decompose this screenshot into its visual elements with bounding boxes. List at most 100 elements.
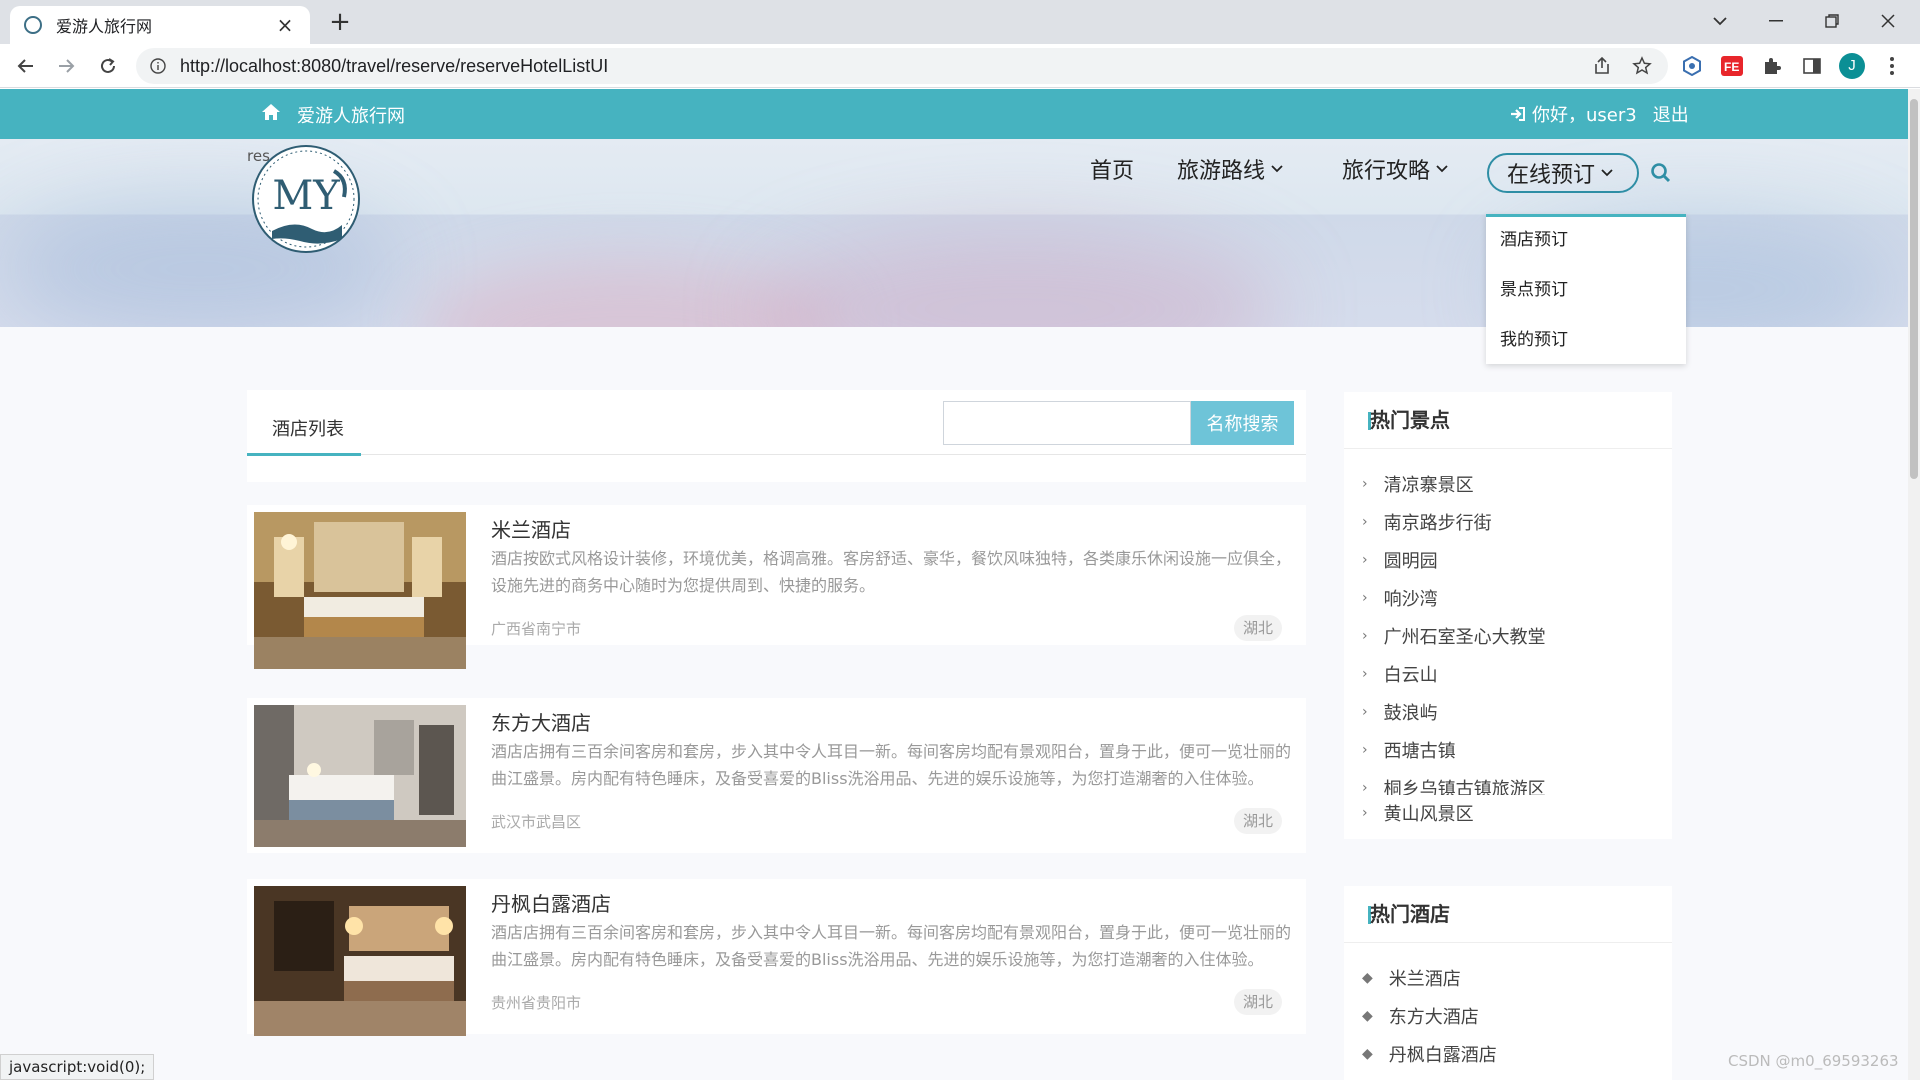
spot-item[interactable]: › 圆明园 [1362, 547, 1438, 573]
hotel-photo[interactable] [254, 512, 466, 669]
spot-item[interactable]: › 白云山 [1362, 661, 1438, 687]
site-favicon-icon [24, 16, 42, 34]
hotel-name[interactable]: 米兰酒店 [491, 514, 571, 543]
hotel-region-badge: 湖北 [1234, 989, 1282, 1015]
chevron-right-icon: › [1362, 704, 1368, 720]
tab-hotel-list[interactable]: 酒店列表 [247, 390, 361, 456]
site-info-icon[interactable] [150, 58, 166, 74]
hot-hotel-item[interactable]: ◆ 米兰酒店 [1362, 965, 1461, 991]
extensions-puzzle-icon[interactable] [1758, 52, 1786, 80]
chevron-down-icon [1601, 169, 1613, 177]
scrollbar-thumb[interactable] [1910, 99, 1918, 479]
nav-online-reserve[interactable]: 在线预订 [1487, 153, 1639, 193]
minimize-button[interactable] [1748, 4, 1804, 38]
spot-item[interactable]: › 鼓浪屿 [1362, 699, 1438, 725]
bookmark-star-icon[interactable] [1628, 52, 1656, 80]
svg-text:FE: FE [1724, 60, 1739, 74]
search-icon[interactable] [1650, 162, 1672, 184]
new-tab-button[interactable]: + [325, 7, 355, 37]
nav-home-label: 首页 [1090, 159, 1135, 184]
extension-fe-icon[interactable]: FE [1718, 52, 1746, 80]
hotel-name[interactable]: 东方大酒店 [491, 707, 591, 736]
hot-hotel-item[interactable]: ◆ 丹枫白露酒店 [1362, 1041, 1497, 1067]
tag-icon: ◆ [1362, 1008, 1373, 1024]
spot-item[interactable]: › 黄山风景区 [1362, 800, 1474, 826]
hot-spots-title: 热门景点 [1370, 408, 1450, 432]
side-panel-icon[interactable] [1798, 52, 1826, 80]
hot-hotels-panel: 热门酒店 ◆ 米兰酒店 ◆ 东方大酒店 ◆ 丹枫白露酒店 [1344, 886, 1672, 1080]
browser-toolbar: http://localhost:8080/travel/reserve/res… [0, 44, 1920, 88]
hotel-card[interactable]: 米兰酒店 酒店按欧式风格设计装修，环境优美，格调高雅。客房舒适、豪华，餐饮风味独… [247, 505, 1306, 669]
hotel-photo[interactable] [254, 886, 466, 1036]
site-logo[interactable]: MY [250, 143, 362, 255]
hotel-description: 酒店按欧式风格设计装修，环境优美，格调高雅。客房舒适、豪华，餐饮风味独特，各类康… [491, 549, 1291, 595]
hotel-photo[interactable] [254, 705, 466, 847]
reserve-dropdown-menu: 酒店预订 景点预订 我的预订 [1486, 214, 1686, 364]
nav-travel-guides[interactable]: 旅行攻略 [1342, 153, 1448, 185]
name-search-button[interactable]: 名称搜索 [1191, 401, 1294, 445]
chevron-right-icon: › [1362, 590, 1368, 606]
browser-tab[interactable]: 爱游人旅行网 × [10, 6, 310, 44]
hotel-description: 酒店店拥有三百余间客房和套房，步入其中令人耳目一新。每间客房均配有景观阳台，置身… [491, 923, 1291, 969]
spot-item[interactable]: › 清凉寨景区 [1362, 471, 1474, 497]
chevron-right-icon: › [1362, 514, 1368, 530]
share-icon[interactable] [1588, 52, 1616, 80]
menu-item-spot-reserve[interactable]: 景点预订 [1486, 267, 1686, 317]
spot-item[interactable]: › 南京路步行街 [1362, 509, 1492, 535]
hotel-name[interactable]: 丹枫白露酒店 [491, 888, 611, 917]
back-button[interactable] [10, 50, 42, 82]
tab-title: 爱游人旅行网 [56, 17, 153, 36]
hotel-location: 广西省南宁市 [491, 620, 582, 638]
site-top-bar: 爱游人旅行网 你好，user3 退出 [0, 89, 1908, 139]
nav-routes-label: 旅游路线 [1177, 159, 1266, 184]
chevron-down-icon [1271, 165, 1283, 173]
hotel-card[interactable]: 东方大酒店 酒店店拥有三百余间客房和套房，步入其中令人耳目一新。每间客房均配有景… [247, 698, 1306, 853]
page-viewport: 爱游人旅行网 你好，user3 退出 res MY 首页 旅游路线 旅行攻略 在… [0, 89, 1908, 1080]
restore-button[interactable] [1804, 4, 1860, 38]
user-greeting: 你好，user3 退出 [1510, 101, 1689, 127]
forward-button[interactable] [50, 50, 82, 82]
menu-item-hotel-reserve[interactable]: 酒店预订 [1486, 217, 1686, 267]
hot-hotels-title: 热门酒店 [1370, 902, 1450, 926]
hotel-description: 酒店店拥有三百余间客房和套房，步入其中令人耳目一新。每间客房均配有景观阳台，置身… [491, 742, 1291, 788]
chevron-right-icon: › [1362, 476, 1368, 492]
spot-item[interactable]: › 西塘古镇 [1362, 737, 1456, 763]
extension-hex-icon[interactable] [1678, 52, 1706, 80]
site-name-link[interactable]: 爱游人旅行网 [297, 102, 405, 128]
hotel-region-badge: 湖北 [1234, 808, 1282, 834]
browser-tab-strip: 爱游人旅行网 × + [0, 0, 1920, 44]
reload-button[interactable] [92, 50, 124, 82]
chevron-right-icon: › [1362, 805, 1368, 821]
browser-menu-icon[interactable] [1878, 52, 1906, 80]
chevron-right-icon: › [1362, 628, 1368, 644]
tab-search-chevron-icon[interactable] [1692, 4, 1748, 38]
link-status-bar: javascript:void(0); [0, 1054, 155, 1080]
hot-spots-panel-tail: › 黄山风景区 [1344, 795, 1672, 839]
nav-home[interactable]: 首页 [1090, 153, 1134, 185]
nav-reserve-label: 在线预订 [1507, 163, 1596, 188]
logout-link[interactable]: 退出 [1653, 101, 1689, 127]
spot-item[interactable]: › 广州石室圣心大教堂 [1362, 623, 1546, 649]
url-text: http://localhost:8080/travel/reserve/res… [180, 55, 609, 76]
tag-icon: ◆ [1362, 1046, 1373, 1062]
chevron-right-icon: › [1362, 552, 1368, 568]
close-window-button[interactable] [1860, 4, 1916, 38]
svg-text:MY: MY [272, 173, 340, 219]
watermark-credit: CSDN @m0_69593263 [1728, 1052, 1899, 1070]
page-scrollbar[interactable] [1908, 89, 1920, 1080]
home-icon[interactable] [262, 104, 280, 120]
spot-item[interactable]: › 响沙湾 [1362, 585, 1438, 611]
menu-item-my-reserve[interactable]: 我的预订 [1486, 317, 1686, 367]
login-icon [1511, 107, 1525, 121]
hotel-search-input[interactable] [943, 401, 1191, 445]
hotel-card[interactable]: 丹枫白露酒店 酒店店拥有三百余间客房和套房，步入其中令人耳目一新。每间客房均配有… [247, 879, 1306, 1036]
address-bar[interactable]: http://localhost:8080/travel/reserve/res… [136, 48, 1668, 84]
tab-close-icon[interactable]: × [274, 13, 296, 37]
chevron-down-icon [1436, 165, 1448, 173]
profile-avatar[interactable]: J [1838, 52, 1866, 80]
hot-hotel-item[interactable]: ◆ 东方大酒店 [1362, 1003, 1479, 1029]
nav-guides-label: 旅行攻略 [1342, 159, 1431, 184]
nav-travel-routes[interactable]: 旅游路线 [1177, 153, 1283, 185]
chevron-right-icon: › [1362, 666, 1368, 682]
hotel-location: 武汉市武昌区 [491, 813, 582, 831]
